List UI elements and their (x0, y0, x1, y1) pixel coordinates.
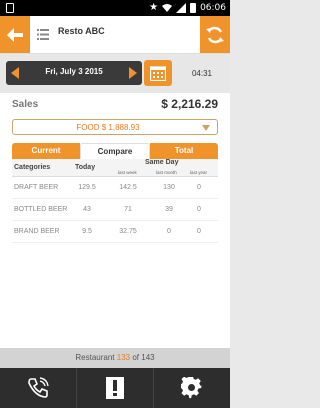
row-category: BOTTLED BEER (14, 206, 68, 213)
row-last-week: 71 (124, 206, 132, 213)
table-row[interactable]: BRAND BEER 9.5 32.75 0 0 (12, 221, 218, 243)
date-bar: Fri, July 3 2015 04:31 (0, 55, 230, 93)
signal-icon (176, 2, 187, 13)
header-last-week: last week (118, 170, 137, 175)
table-row[interactable]: BOTTLED BEER 43 71 39 0 (12, 199, 218, 221)
previous-day-icon[interactable] (11, 67, 19, 79)
category-dropdown[interactable]: FOOD $ 1,888.93 (12, 119, 218, 135)
selected-date: Fri, July 3 2015 (45, 67, 103, 76)
phone-icon (28, 377, 49, 398)
tab-total[interactable]: Total (150, 143, 218, 159)
sales-label: Sales (12, 99, 39, 110)
phone-button[interactable] (0, 368, 77, 408)
battery-icon (190, 2, 197, 13)
exclamation-icon (106, 377, 124, 399)
row-last-month: 0 (167, 228, 171, 235)
counter-prefix: Restaurant (75, 353, 115, 362)
row-today: 129.5 (78, 184, 96, 191)
header-categories: Categories (14, 164, 51, 171)
calendar-button[interactable] (144, 60, 172, 86)
alerts-button[interactable] (77, 368, 154, 408)
gear-icon (181, 377, 203, 399)
row-last-month: 130 (163, 184, 175, 191)
row-last-month: 39 (165, 206, 173, 213)
next-day-icon[interactable] (129, 67, 137, 79)
sales-total: $ 2,216.29 (161, 97, 218, 111)
restaurant-counter: Restaurant 133 of 143 (0, 348, 230, 368)
sim-card-icon (6, 3, 14, 13)
back-arrow-icon (7, 27, 23, 42)
list-menu-icon[interactable] (37, 29, 49, 40)
row-last-year: 0 (197, 228, 201, 235)
row-last-year: 0 (197, 206, 201, 213)
tab-current[interactable]: Current (12, 143, 80, 159)
calendar-icon (150, 66, 166, 81)
view-tabs: Current Compare Total (12, 143, 218, 159)
row-last-week: 32.75 (119, 228, 137, 235)
app-bar: Resto ABC (0, 16, 230, 54)
star-icon: ★ (149, 2, 159, 13)
bottom-navigation (0, 368, 230, 408)
tab-compare[interactable]: Compare (80, 143, 150, 159)
restaurant-title: Resto ABC (58, 26, 105, 36)
back-button[interactable] (0, 16, 30, 53)
table-row[interactable]: DRAFT BEER 129.5 142.5 130 0 (12, 177, 218, 199)
settings-button[interactable] (154, 368, 230, 408)
header-same-day: Same Day (145, 159, 179, 166)
counter-current: 133 (116, 353, 131, 362)
date-selector: Fri, July 3 2015 (6, 61, 142, 85)
header-today: Today (75, 164, 96, 171)
counter-of: of (132, 353, 140, 362)
row-category: BRAND BEER (14, 228, 60, 235)
row-category: DRAFT BEER (14, 184, 59, 191)
compare-table: Categories Today last week Same Day last… (12, 159, 218, 243)
report-time: 04:31 (191, 69, 212, 78)
status-bar: ★ 06:06 (0, 0, 230, 16)
refresh-button[interactable] (200, 16, 230, 53)
header-last-year: last year (190, 170, 208, 175)
table-header: Categories Today last week Same Day last… (12, 159, 218, 177)
row-today: 43 (83, 206, 91, 213)
header-last-month: last month (156, 170, 177, 175)
refresh-icon (206, 26, 224, 43)
sales-panel: Sales $ 2,216.29 FOOD $ 1,888.93 Current… (0, 93, 230, 348)
category-dropdown-value: FOOD $ 1,888.93 (76, 123, 140, 132)
row-today: 9.5 (82, 228, 92, 235)
row-last-week: 142.5 (119, 184, 137, 191)
chevron-down-icon (202, 125, 210, 131)
status-time: 06:06 (200, 2, 226, 13)
wifi-icon (162, 3, 173, 12)
counter-total: 143 (141, 353, 155, 362)
row-last-year: 0 (197, 184, 201, 191)
